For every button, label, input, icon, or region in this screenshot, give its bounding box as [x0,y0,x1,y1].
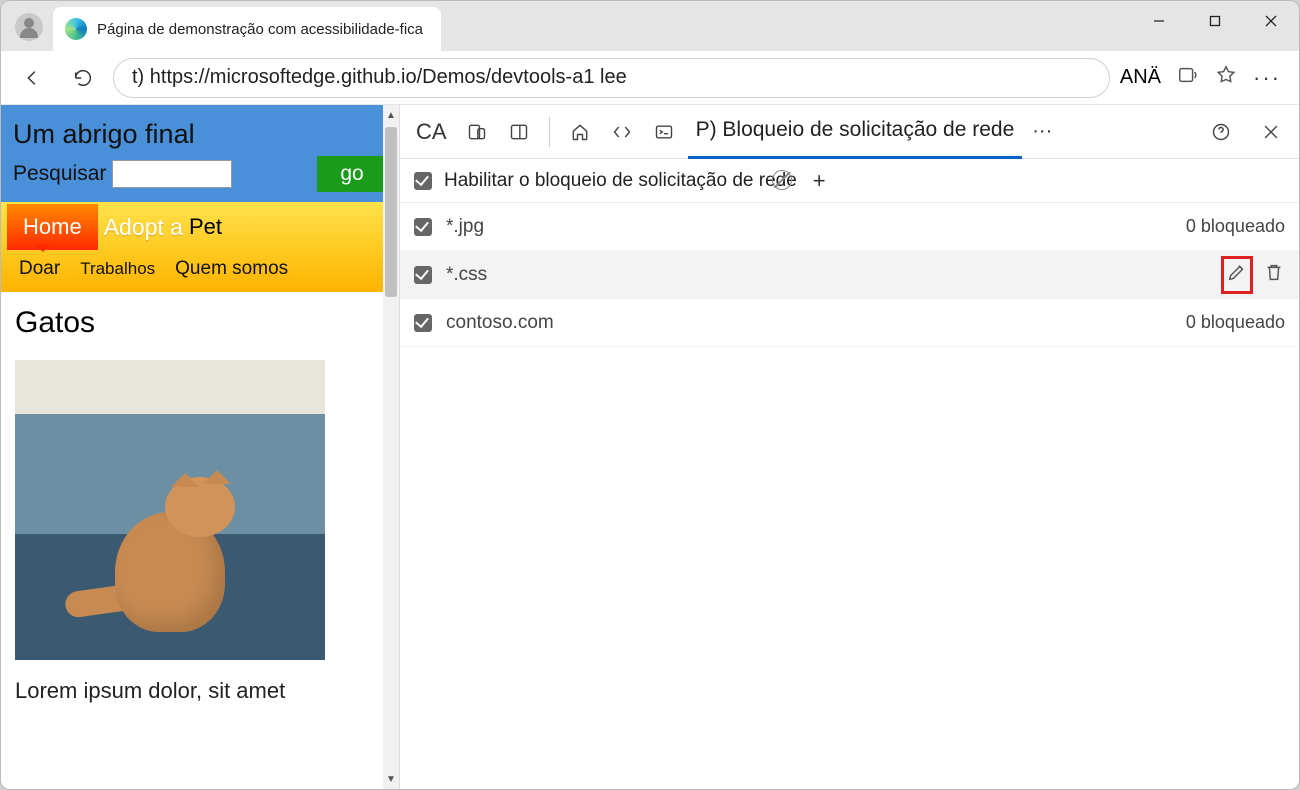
devtools-tabbar: CA P) Bloqueio de solicitação de rede ··… [400,105,1299,159]
pattern-row[interactable]: *.css [400,251,1299,299]
search-input[interactable] [112,160,232,188]
page-pane: Um abrigo final Pesquisar go Home Adopt … [1,105,399,789]
search-label: Pesquisar [13,162,106,186]
read-aloud-icon[interactable] [1177,64,1199,91]
pattern-name: *.jpg [446,216,1172,238]
pattern-row[interactable]: *.jpg 0 bloqueado [400,203,1299,251]
nav-pet[interactable]: Pet [189,214,222,240]
back-button[interactable] [13,58,53,98]
active-tab-label: P) Bloqueio de solicitação de rede [696,118,1015,141]
lorem-text: Lorem ipsum dolor, sit amet [15,678,385,704]
site-nav: Home Adopt a Pet Doar Trabalhos Quem som… [1,202,399,292]
console-tab-icon[interactable] [646,114,682,150]
go-button[interactable]: go [317,156,387,192]
profile-avatar[interactable] [15,13,43,41]
welcome-tab-icon[interactable] [562,114,598,150]
window-controls [1131,1,1299,41]
settings-menu-icon[interactable]: ··· [1253,65,1281,91]
scroll-down-icon[interactable]: ▼ [383,769,399,789]
pattern-name: contoso.com [446,312,1172,334]
tab-title: Página de demonstração com acessibilidad… [97,21,423,38]
site-header: Um abrigo final Pesquisar go [1,105,399,202]
pattern-list: *.jpg 0 bloqueado *.css contoso.com 0 bl… [400,203,1299,347]
blocking-toolbar: Habilitar o bloqueio de solicitação de r… [400,159,1299,203]
url-text: t) https://microsoftedge.github.io/Demos… [132,66,627,89]
address-field[interactable]: t) https://microsoftedge.github.io/Demos… [113,58,1110,98]
browser-window: Página de demonstração com acessibilidad… [0,0,1300,790]
pattern-checkbox[interactable] [414,314,432,332]
refresh-button[interactable] [63,58,103,98]
pattern-checkbox[interactable] [414,266,432,284]
device-toggle-icon[interactable] [459,114,495,150]
reader-label[interactable]: ANÄ [1120,66,1161,89]
page-heading: Gatos [15,306,385,340]
enable-blocking-label: Habilitar o bloqueio de solicitação de r… [444,170,797,192]
content-area: Um abrigo final Pesquisar go Home Adopt … [1,105,1299,789]
dock-icon[interactable] [501,114,537,150]
edge-logo-icon [65,18,87,40]
help-icon[interactable] [1203,114,1239,150]
scroll-up-icon[interactable]: ▲ [383,105,399,125]
clear-patterns-icon[interactable] [772,170,792,190]
pattern-row[interactable]: contoso.com 0 bloqueado [400,299,1299,347]
inspect-label[interactable]: CA [410,119,453,145]
nav-donate[interactable]: Doar [19,258,60,280]
url-bar: t) https://microsoftedge.github.io/Demos… [1,51,1299,105]
blocked-count: 0 bloqueado [1186,216,1285,237]
close-button[interactable] [1243,1,1299,41]
nav-adopt[interactable]: Adopt a [104,214,183,241]
nav-jobs[interactable]: Trabalhos [80,259,155,279]
scrollbar[interactable]: ▲ ▼ [383,105,399,789]
titlebar: Página de demonstração com acessibilidad… [1,1,1299,51]
elements-tab-icon[interactable] [604,114,640,150]
nav-home[interactable]: Home [7,204,98,250]
nav-about[interactable]: Quem somos [175,258,288,280]
cat-image [15,360,325,660]
enable-blocking-checkbox[interactable] [414,172,432,190]
browser-tab[interactable]: Página de demonstração com acessibilidad… [53,7,441,51]
pattern-checkbox[interactable] [414,218,432,236]
delete-pattern-icon[interactable] [1263,261,1285,289]
favorite-icon[interactable] [1215,64,1237,91]
more-tabs-icon[interactable]: ··· [1032,120,1052,143]
site-title: Um abrigo final [13,119,387,150]
add-pattern-icon[interactable]: + [813,168,826,194]
scroll-thumb[interactable] [385,127,397,297]
devtools-close-icon[interactable] [1253,114,1289,150]
devtools-pane: CA P) Bloqueio de solicitação de rede ··… [399,105,1299,789]
minimize-button[interactable] [1131,1,1187,41]
blocked-count: 0 bloqueado [1186,312,1285,333]
pattern-name: *.css [446,264,1207,286]
network-blocking-tab[interactable]: P) Bloqueio de solicitação de rede [688,118,1023,159]
maximize-button[interactable] [1187,1,1243,41]
edit-pattern-icon[interactable] [1221,256,1253,294]
